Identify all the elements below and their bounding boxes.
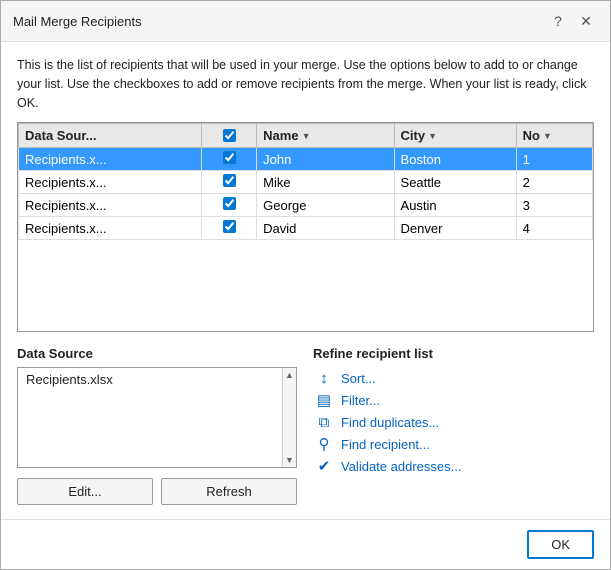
refine-title: Refine recipient list <box>313 346 594 361</box>
refine-link-1[interactable]: ▤ Filter... <box>313 389 594 411</box>
cell-datasource: Recipients.x... <box>19 194 202 217</box>
cell-name: David <box>257 217 394 240</box>
datasource-items: Recipients.xlsx <box>18 368 296 391</box>
refine-link-0[interactable]: ↕ Sort... <box>313 367 594 389</box>
data-source-panel: Data Source Recipients.xlsx ▲ ▼ Edit... … <box>17 346 297 505</box>
table-body: Recipients.x... John Boston 1 Recipients… <box>19 148 593 240</box>
table-row[interactable]: Recipients.x... Mike Seattle 2 <box>19 171 593 194</box>
cell-datasource: Recipients.x... <box>19 171 202 194</box>
cell-checkbox[interactable] <box>202 194 257 217</box>
header-datasource[interactable]: Data Sour... <box>19 124 202 148</box>
refine-panel: Refine recipient list ↕ Sort... ▤ Filter… <box>313 346 594 505</box>
ok-button[interactable]: OK <box>527 530 594 559</box>
refine-icon-4: ✔ <box>313 457 335 475</box>
header-city[interactable]: City ▼ <box>394 124 516 148</box>
cell-name: Mike <box>257 171 394 194</box>
bottom-section: Data Source Recipients.xlsx ▲ ▼ Edit... … <box>17 346 594 505</box>
cell-name: John <box>257 148 394 171</box>
cell-city: Austin <box>394 194 516 217</box>
refine-link-2[interactable]: ⧉ Find duplicates... <box>313 411 594 433</box>
row-checkbox-3[interactable] <box>223 220 236 233</box>
cell-no: 4 <box>516 217 592 240</box>
refresh-button[interactable]: Refresh <box>161 478 297 505</box>
description-text: This is the list of recipients that will… <box>17 56 594 112</box>
row-checkbox-1[interactable] <box>223 174 236 187</box>
cell-no: 3 <box>516 194 592 217</box>
close-button[interactable]: ✕ <box>574 9 598 33</box>
refine-icon-0: ↕ <box>313 369 335 387</box>
datasource-list-container: Recipients.xlsx ▲ ▼ <box>17 367 297 468</box>
refine-link-4[interactable]: ✔ Validate addresses... <box>313 455 594 477</box>
table-row[interactable]: Recipients.x... John Boston 1 <box>19 148 593 171</box>
dialog-title: Mail Merge Recipients <box>13 14 142 29</box>
recipients-table-container: Data Sour... Name ▼ <box>17 122 594 332</box>
refine-link-label-0: Sort... <box>341 371 376 386</box>
help-button[interactable]: ? <box>546 9 570 33</box>
title-bar: Mail Merge Recipients ? ✕ <box>1 1 610 42</box>
row-checkbox-0[interactable] <box>223 151 236 164</box>
refine-link-3[interactable]: ⚲ Find recipient... <box>313 433 594 455</box>
refine-links: ↕ Sort... ▤ Filter... ⧉ Find duplicates.… <box>313 367 594 477</box>
table-row[interactable]: Recipients.x... George Austin 3 <box>19 194 593 217</box>
row-checkbox-2[interactable] <box>223 197 236 210</box>
city-sort-arrow: ▼ <box>428 131 437 141</box>
table-row[interactable]: Recipients.x... David Denver 4 <box>19 217 593 240</box>
title-bar-buttons: ? ✕ <box>546 9 598 33</box>
name-sort-arrow: ▼ <box>302 131 311 141</box>
refine-icon-1: ▤ <box>313 391 335 409</box>
refine-icon-3: ⚲ <box>313 435 335 453</box>
scrollbar[interactable]: ▲ ▼ <box>282 368 296 467</box>
cell-city: Denver <box>394 217 516 240</box>
scroll-up-arrow[interactable]: ▲ <box>283 368 296 382</box>
cell-no: 1 <box>516 148 592 171</box>
refine-link-label-2: Find duplicates... <box>341 415 439 430</box>
cell-checkbox[interactable] <box>202 217 257 240</box>
recipients-table: Data Sour... Name ▼ <box>18 123 593 240</box>
refine-link-label-4: Validate addresses... <box>341 459 461 474</box>
table-header: Data Sour... Name ▼ <box>19 124 593 148</box>
dialog-footer: OK <box>1 519 610 569</box>
cell-datasource: Recipients.x... <box>19 148 202 171</box>
header-name[interactable]: Name ▼ <box>257 124 394 148</box>
mail-merge-dialog: Mail Merge Recipients ? ✕ This is the li… <box>0 0 611 570</box>
data-source-title: Data Source <box>17 346 297 361</box>
cell-checkbox[interactable] <box>202 148 257 171</box>
edit-button[interactable]: Edit... <box>17 478 153 505</box>
header-checkbox[interactable] <box>202 124 257 148</box>
cell-datasource: Recipients.x... <box>19 217 202 240</box>
header-no[interactable]: No ▼ <box>516 124 592 148</box>
title-bar-left: Mail Merge Recipients <box>13 14 142 29</box>
cell-checkbox[interactable] <box>202 171 257 194</box>
cell-city: Seattle <box>394 171 516 194</box>
dialog-body: This is the list of recipients that will… <box>1 42 610 519</box>
header-checkbox-input[interactable] <box>223 129 236 142</box>
refine-link-label-3: Find recipient... <box>341 437 430 452</box>
datasource-buttons: Edit... Refresh <box>17 478 297 505</box>
scroll-down-arrow[interactable]: ▼ <box>283 453 296 467</box>
cell-city: Boston <box>394 148 516 171</box>
no-sort-arrow: ▼ <box>543 131 552 141</box>
refine-icon-2: ⧉ <box>313 413 335 431</box>
cell-no: 2 <box>516 171 592 194</box>
cell-name: George <box>257 194 394 217</box>
datasource-list-item[interactable]: Recipients.xlsx <box>18 368 296 391</box>
refine-link-label-1: Filter... <box>341 393 380 408</box>
